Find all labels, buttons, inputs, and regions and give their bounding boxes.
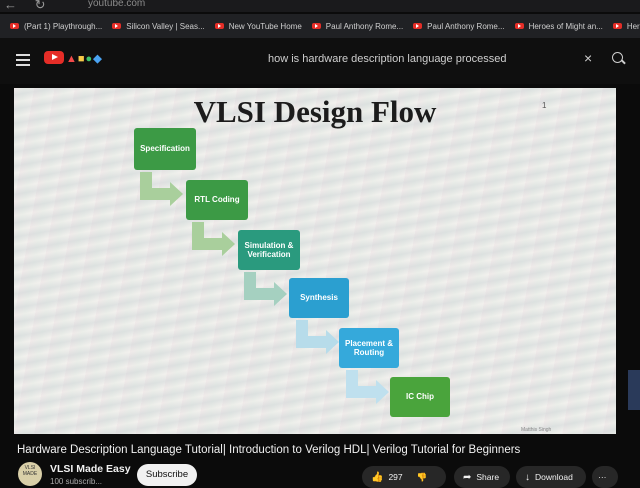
search-icon[interactable] — [612, 52, 623, 63]
share-button[interactable]: ➦ Share — [454, 466, 510, 488]
youtube-header: ▲■●◆ how is hardware description languag… — [0, 38, 640, 84]
more-actions-button[interactable]: ··· — [592, 466, 618, 488]
video-title: Hardware Description Language Tutorial| … — [17, 444, 521, 456]
like-button[interactable]: 👍 297 👎 — [362, 466, 446, 488]
close-icon[interactable]: × — [584, 50, 592, 66]
flow-step-simulation: Simulation & Verification — [238, 230, 300, 270]
bookmark-item[interactable]: Heroes 2 — [612, 22, 640, 31]
download-icon: ↓ — [525, 471, 530, 483]
browser-nav: ← ↻ — [4, 0, 60, 13]
subscriber-count: 100 subscrib... — [50, 477, 103, 486]
youtube-icon — [413, 23, 423, 29]
channel-name[interactable]: VLSI Made Easy — [50, 463, 131, 475]
bookmark-item[interactable]: (Part 1) Playthrough... — [10, 22, 102, 31]
subscribe-button[interactable]: Subscribe — [137, 464, 197, 486]
search-query[interactable]: how is hardware description language pro… — [268, 53, 506, 65]
flow-step-specification: Specification — [134, 128, 196, 170]
sidebar-thumbnail[interactable] — [628, 370, 640, 410]
download-button[interactable]: ↓ Download — [516, 466, 586, 488]
bookmark-item[interactable]: Paul Anthony Rome... — [413, 22, 505, 31]
reload-icon[interactable]: ↻ — [35, 0, 46, 12]
youtube-icon — [214, 23, 224, 29]
like-count: 297 — [388, 472, 403, 482]
bookmark-item[interactable]: Silicon Valley | Seas... — [112, 22, 205, 31]
bookmark-item[interactable]: Heroes of Might an... — [514, 22, 603, 31]
bookmark-item[interactable]: New YouTube Home — [214, 22, 302, 31]
back-arrow-icon[interactable]: ← — [4, 0, 17, 12]
bookmarks-bar: (Part 1) Playthrough... Silicon Valley |… — [0, 14, 640, 38]
slide-title: VLSI Design Flow — [193, 94, 437, 129]
address-bar[interactable]: youtube.com — [88, 0, 145, 9]
flow-step-rtl-coding: RTL Coding — [186, 180, 248, 220]
browser-top-bar: ← ↻ youtube.com — [0, 0, 640, 12]
bookmark-item[interactable]: Paul Anthony Rome... — [311, 22, 403, 31]
menu-icon[interactable] — [16, 54, 30, 69]
flow-step-synthesis: Synthesis — [289, 278, 349, 318]
youtube-icon — [514, 23, 524, 29]
youtube-logo[interactable] — [44, 51, 64, 64]
video-player[interactable]: VLSI Design Flow 1 Specification RTL Cod… — [14, 88, 616, 434]
thumbs-down-icon[interactable]: 👎 — [417, 472, 428, 483]
slide-number: 1 — [542, 101, 547, 110]
slide-watermark: Matthis Singh — [521, 427, 552, 433]
flow-step-placement-routing: Placement & Routing — [339, 328, 399, 368]
channel-avatar[interactable]: VLSI MADE — [18, 462, 42, 486]
youtube-icon — [112, 23, 122, 29]
thumbs-up-icon: 👍 — [371, 471, 384, 483]
youtube-icon — [10, 23, 19, 29]
logo-doodle: ▲■●◆ — [66, 53, 103, 65]
youtube-icon — [612, 23, 622, 29]
flow-step-ic-chip: IC Chip — [390, 377, 450, 417]
youtube-icon — [311, 23, 321, 29]
share-icon: ➦ — [463, 471, 472, 483]
